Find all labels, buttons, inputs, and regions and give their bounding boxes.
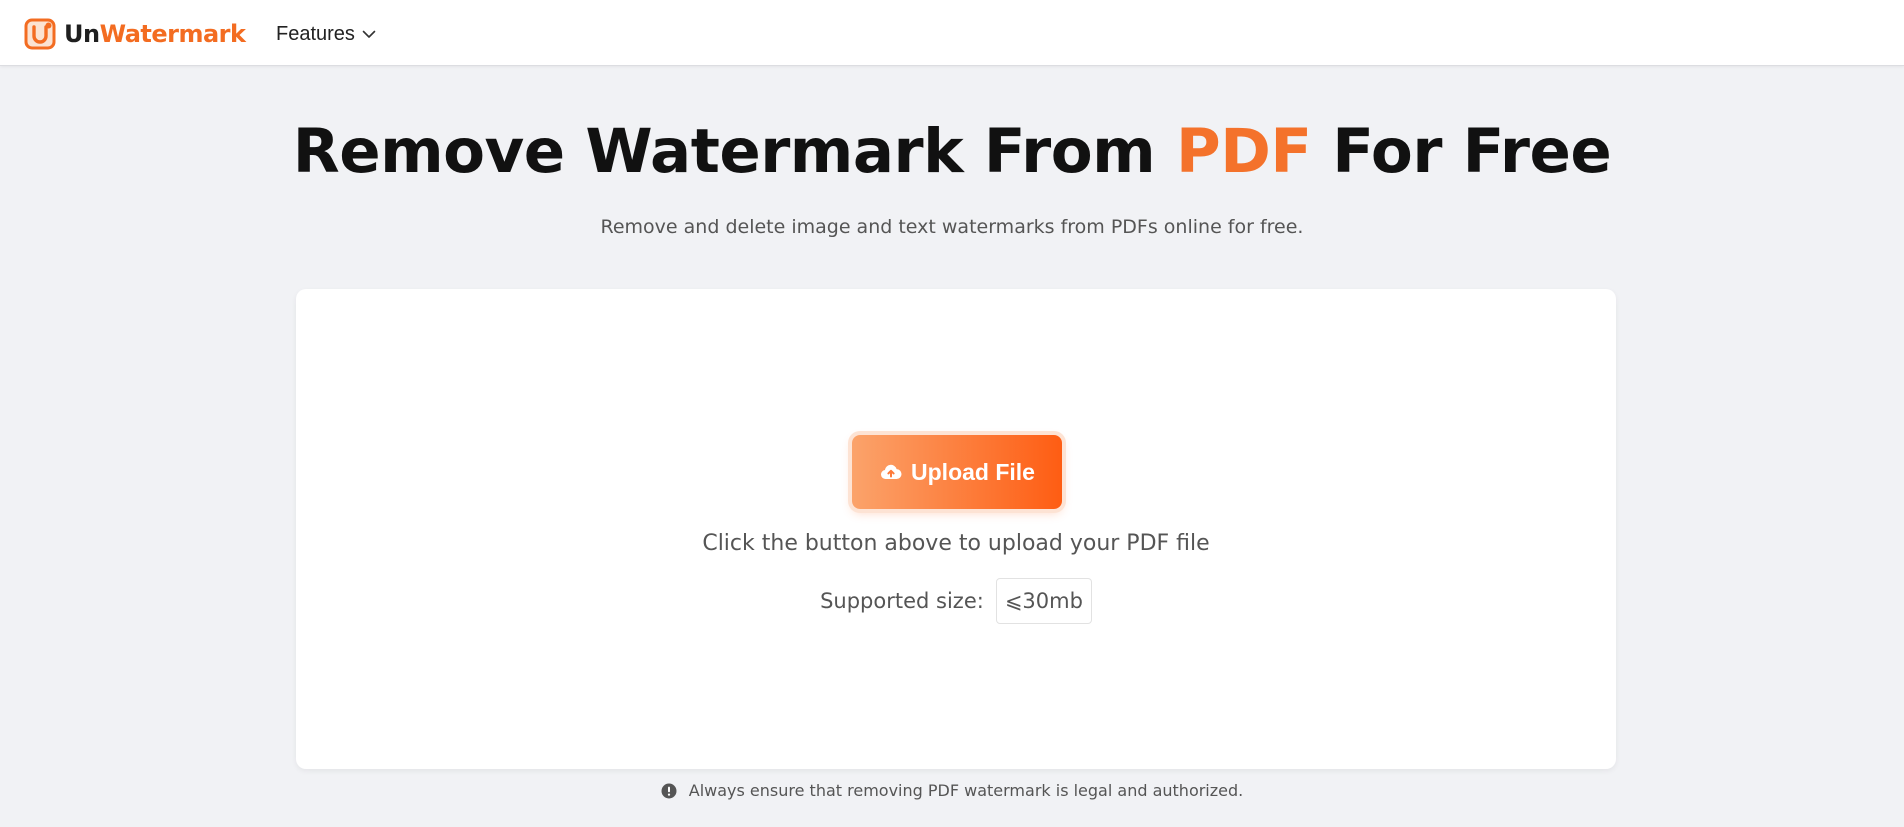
brand-name-part2: Watermark xyxy=(99,20,246,48)
upload-card: Upload File Click the button above to up… xyxy=(296,289,1616,769)
legal-notice-text: Always ensure that removing PDF watermar… xyxy=(688,781,1244,800)
warning-icon xyxy=(661,783,677,798)
page-title-start: Remove Watermark From xyxy=(292,116,1176,187)
upload-hint: Click the button above to upload your PD… xyxy=(702,531,1210,556)
features-menu[interactable]: Features xyxy=(276,20,376,48)
page-title: Remove Watermark From PDF For Free xyxy=(0,112,1904,192)
upload-file-button[interactable]: Upload File xyxy=(852,435,1062,509)
page-title-accent: PDF xyxy=(1175,116,1312,187)
supported-size-row: Supported size: ⩽30mb xyxy=(296,578,1616,624)
upload-file-label: Upload File xyxy=(911,458,1035,485)
top-navbar: UnWatermark Features xyxy=(0,0,1904,66)
unwatermark-logo-icon xyxy=(24,18,56,50)
legal-notice: Always ensure that removing PDF watermar… xyxy=(0,781,1904,800)
brand-name-part1: Un xyxy=(64,20,100,48)
cloud-upload-icon xyxy=(881,464,902,480)
supported-size-label: Supported size: xyxy=(820,589,984,613)
brand-logo[interactable]: UnWatermark xyxy=(24,17,246,51)
brand-name: UnWatermark xyxy=(64,18,246,50)
page-title-end: For Free xyxy=(1311,116,1612,187)
supported-size-badge: ⩽30mb xyxy=(995,578,1092,624)
features-label: Features xyxy=(276,22,355,45)
page-subtitle: Remove and delete image and text waterma… xyxy=(600,216,1304,238)
chevron-down-icon xyxy=(362,30,376,38)
